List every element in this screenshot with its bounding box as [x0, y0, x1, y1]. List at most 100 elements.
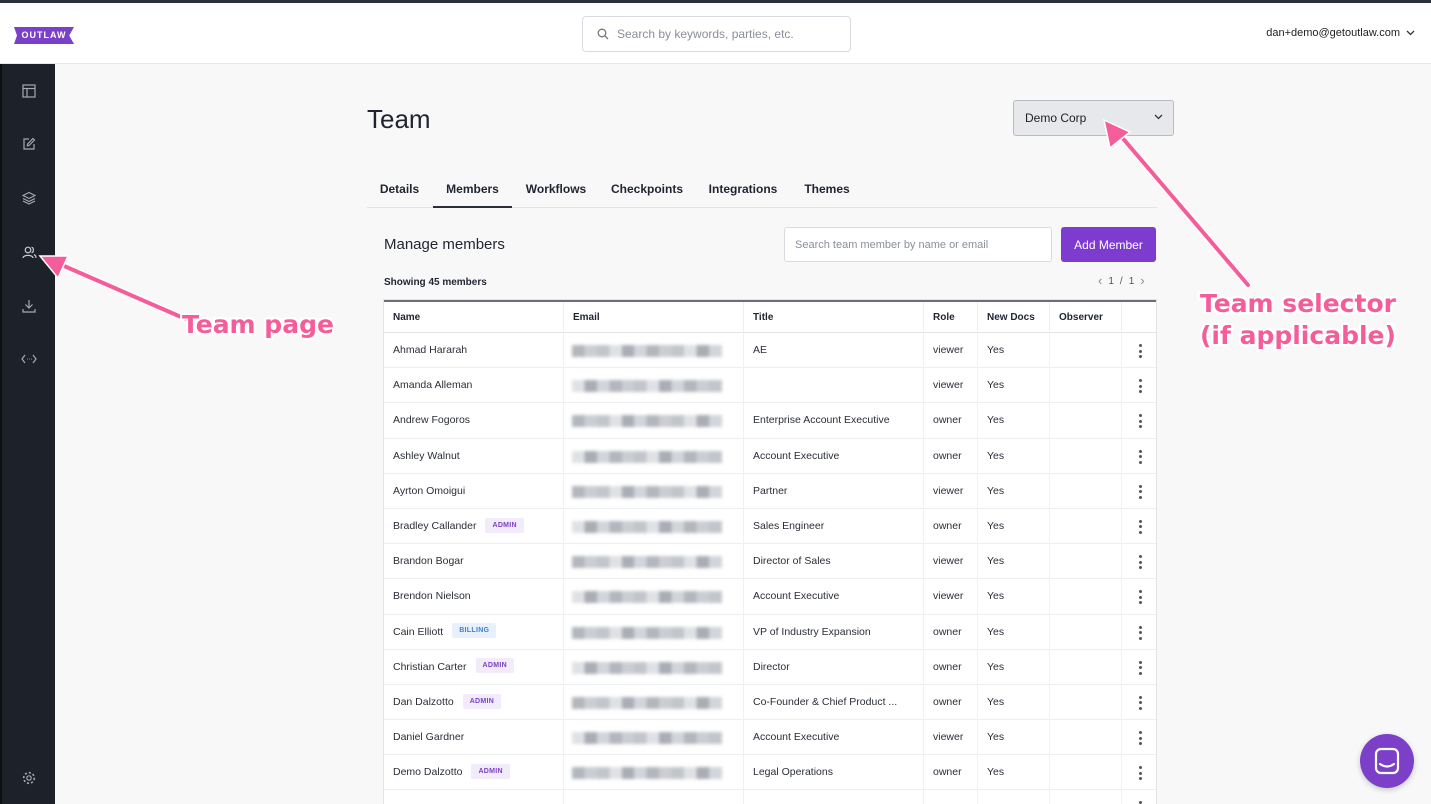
table-row[interactable]: Cain Elliott BILLING VP of Industry Expans…: [384, 614, 1156, 650]
add-member-button[interactable]: Add Member: [1061, 227, 1156, 262]
billing-badge: BILLING: [452, 623, 497, 639]
member-name: Ayrton Omoigui: [393, 484, 466, 497]
cell-email-redacted: [564, 790, 744, 804]
cell-observer: [1050, 438, 1122, 474]
column-header-observer[interactable]: Observer: [1050, 302, 1122, 333]
cell-title: Enterprise Account Executive: [744, 403, 924, 439]
code-icon[interactable]: [19, 349, 39, 369]
row-menu-icon[interactable]: [1134, 590, 1146, 605]
layers-icon[interactable]: [19, 188, 39, 208]
redacted-email: [572, 380, 722, 393]
download-icon[interactable]: [19, 296, 39, 316]
row-menu-icon[interactable]: [1134, 519, 1146, 534]
member-name: Brendon Nielson: [393, 590, 471, 603]
redacted-email: [572, 696, 722, 709]
cell-role: owner: [924, 684, 978, 720]
tab-themes[interactable]: Themes: [795, 176, 859, 208]
user-menu[interactable]: dan+demo@getoutlaw.com: [1266, 27, 1415, 39]
table-row[interactable]: Andrew Fogoros Enterprise Account Executi…: [384, 403, 1156, 439]
cell-role: owner: [924, 649, 978, 685]
annotation-team-selector: Team selector: [1200, 289, 1396, 318]
cell-name: Daniel Gardner: [384, 720, 564, 756]
cell-role: viewer: [924, 333, 978, 368]
table-row[interactable]: Christian Carter ADMIN Director owner Yes: [384, 649, 1156, 685]
cell-observer: [1050, 790, 1122, 804]
cell-name: Ahmad Hararah: [384, 333, 564, 368]
cell-observer: [1050, 649, 1122, 685]
cell-title: Account Executive: [744, 438, 924, 474]
cell-new-docs: Yes: [978, 755, 1050, 791]
tab-integrations[interactable]: Integrations: [700, 176, 786, 208]
row-menu-icon[interactable]: [1134, 449, 1146, 464]
cell-email-redacted: [564, 544, 744, 580]
tab-members[interactable]: Members: [433, 176, 512, 208]
table-row[interactable]: [384, 790, 1156, 804]
global-search-input[interactable]: [617, 25, 842, 43]
table-row[interactable]: Bradley Callander ADMIN Sales Engineer owne…: [384, 508, 1156, 545]
member-name: Ahmad Hararah: [393, 344, 468, 356]
table-row[interactable]: Ashley Walnut Account Executive owner Yes: [384, 438, 1156, 474]
column-header-role[interactable]: Role: [924, 302, 978, 333]
cell-observer: [1050, 403, 1122, 439]
table-row[interactable]: Ahmad Hararah AE viewer Yes: [384, 333, 1156, 369]
admin-badge: ADMIN: [475, 658, 514, 674]
row-menu-icon[interactable]: [1134, 414, 1146, 429]
redacted-email: [572, 485, 722, 498]
member-name: Andrew Fogoros: [393, 414, 471, 427]
member-name: Cain Elliott: [393, 625, 444, 638]
table-row[interactable]: Brandon Bogar Director of Sales viewer Yes: [384, 544, 1156, 580]
tab-workflows[interactable]: Workflows: [517, 176, 595, 208]
cell-observer: [1050, 684, 1122, 720]
row-menu-icon[interactable]: [1134, 731, 1146, 746]
team-icon[interactable]: [19, 242, 39, 262]
column-header-title[interactable]: Title: [744, 302, 924, 333]
redacted-email: [572, 591, 722, 604]
row-menu-icon[interactable]: [1134, 766, 1146, 781]
column-header-name[interactable]: Name: [384, 302, 564, 333]
cell-new-docs: Yes: [978, 579, 1050, 615]
table-row[interactable]: Daniel Gardner Account Executive viewer Yes: [384, 720, 1156, 756]
chevron-right-icon[interactable]: ›: [1140, 274, 1144, 287]
global-search[interactable]: [582, 16, 851, 52]
chevron-down-icon: [1406, 30, 1415, 36]
cell-name: Dan Dalzotto ADMIN: [384, 684, 564, 720]
table-row[interactable]: Amanda Alleman viewer Yes: [384, 368, 1156, 404]
chat-launcher[interactable]: [1360, 734, 1414, 788]
row-menu-icon[interactable]: [1134, 625, 1146, 640]
cell-name: Bradley Callander ADMIN: [384, 508, 564, 544]
cell-observer: [1050, 720, 1122, 756]
row-menu-icon[interactable]: [1134, 484, 1146, 499]
gear-icon[interactable]: [19, 768, 39, 788]
row-menu-icon[interactable]: [1134, 379, 1146, 394]
tab-checkpoints[interactable]: Checkpoints: [603, 176, 691, 208]
table-row[interactable]: Dan Dalzotto ADMIN Co-Founder & Chief Prod…: [384, 684, 1156, 721]
edit-icon[interactable]: [19, 134, 39, 154]
arrow-to-team-icon: [50, 258, 192, 324]
cell-title: VP of Industry Expansion: [744, 614, 924, 650]
cell-name: Andrew Fogoros: [384, 403, 564, 439]
column-header-new-docs[interactable]: New Docs: [978, 302, 1050, 333]
row-menu-icon[interactable]: [1134, 555, 1146, 570]
member-search-input[interactable]: [784, 227, 1052, 262]
cell-observer: [1050, 544, 1122, 580]
table-row[interactable]: Brendon Nielson Account Executive viewer Ye…: [384, 579, 1156, 615]
team-selector[interactable]: Demo Corp: [1013, 100, 1174, 136]
chevron-left-icon[interactable]: ‹: [1098, 274, 1102, 287]
cell-role: viewer: [924, 473, 978, 509]
row-menu-icon[interactable]: [1134, 660, 1146, 675]
annotation-team-page: Team page: [182, 310, 334, 339]
layout-icon[interactable]: [19, 81, 39, 101]
member-name: Ashley Walnut: [393, 449, 460, 462]
column-header-email[interactable]: Email: [564, 302, 744, 333]
cell-email-redacted: [564, 368, 744, 404]
page-title: Team: [367, 104, 431, 134]
row-menu-icon[interactable]: [1134, 344, 1146, 358]
cell-name: Amanda Alleman: [384, 368, 564, 404]
table-row[interactable]: Demo Dalzotto ADMIN Legal Operations owner Y…: [384, 755, 1156, 791]
tab-details[interactable]: Details: [367, 176, 432, 208]
outlaw-logo[interactable]: OUTLAW: [14, 27, 74, 44]
row-menu-icon[interactable]: [1134, 695, 1146, 710]
admin-badge: ADMIN: [471, 763, 510, 779]
table-row[interactable]: Ayrton Omoigui Partner viewer Yes: [384, 473, 1156, 509]
cell-email-redacted: [564, 579, 744, 615]
